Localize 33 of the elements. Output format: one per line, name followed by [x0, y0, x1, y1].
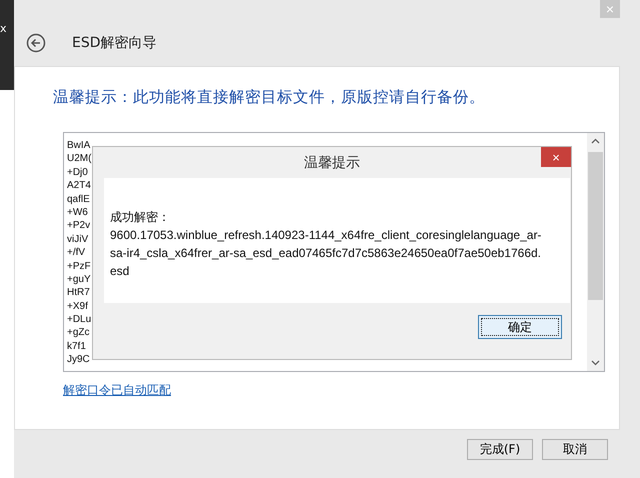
- finish-button[interactable]: 完成(F): [467, 439, 533, 460]
- scrollbar[interactable]: [587, 133, 604, 371]
- key-text-line: +guY: [67, 272, 91, 286]
- key-text-line: A2T4: [67, 179, 91, 193]
- dialog-close-button[interactable]: ×: [541, 147, 571, 167]
- close-glyph: x: [0, 22, 7, 35]
- key-text-line: +/fV: [67, 246, 86, 260]
- success-heading: 成功解密：: [110, 209, 171, 226]
- scroll-down-icon[interactable]: [591, 358, 600, 367]
- key-text-line: +P2v: [67, 219, 90, 233]
- key-text-line: +X9f: [67, 300, 88, 314]
- window-title: ESD解密向导: [72, 34, 157, 52]
- key-text-line: HtR7: [67, 286, 90, 300]
- scroll-up-icon[interactable]: [591, 137, 600, 146]
- scroll-thumb[interactable]: [588, 152, 603, 300]
- key-text-line: +DLu: [67, 313, 92, 326]
- key-text-line: +gZc: [67, 326, 90, 340]
- notice-text: 温馨提示：此功能将直接解密目标文件，原版控请自行备份。: [53, 87, 486, 108]
- key-text-line: viJiV: [67, 232, 88, 246]
- key-text-line: +Dj0: [67, 166, 88, 180]
- key-text-line: qaflE: [67, 192, 90, 206]
- file-name-text: 9600.17053.winblue_refresh.140923-1144_x64fre_client_coresinglelanguage_ar-sa-ir4_csla_x64frer_ar-sa_esd_ead07465fc7d7c5863e24650ea0f7ae50eb1766d.esd: [110, 227, 542, 280]
- key-text-line: +W6: [67, 206, 88, 220]
- key-text-line: k7f1: [67, 340, 86, 354]
- auto-match-link[interactable]: 解密口令已自动匹配: [63, 382, 171, 399]
- back-icon[interactable]: [26, 33, 46, 53]
- cancel-button[interactable]: 取消: [542, 439, 608, 460]
- key-text-line: Jy9C: [67, 353, 90, 367]
- dialog-title: 温馨提示: [304, 154, 360, 172]
- key-text-line: U2M(: [67, 152, 92, 166]
- key-text-line: +PzF: [67, 260, 91, 273]
- ok-button[interactable]: 确定: [478, 315, 562, 339]
- key-text-line: BwIA: [67, 139, 90, 152]
